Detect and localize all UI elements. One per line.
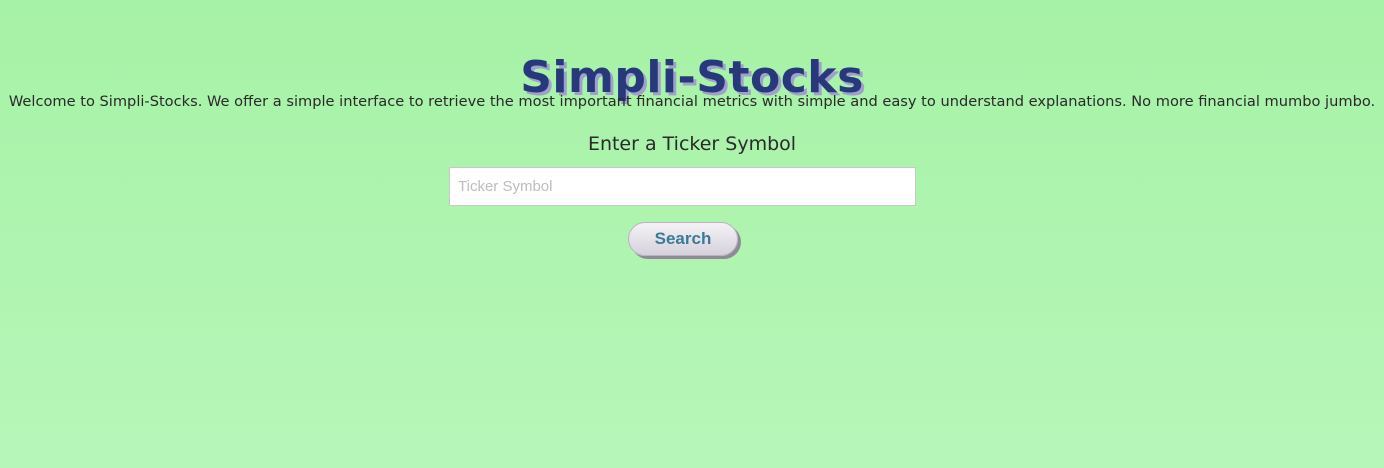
ticker-prompt-label: Enter a Ticker Symbol	[587, 133, 797, 155]
intro-text: Welcome to Simpli-Stocks. We offer a sim…	[8, 93, 1376, 110]
page: Simpli-Stocks Welcome to Simpli-Stocks. …	[0, 0, 1384, 468]
ticker-symbol-input[interactable]	[449, 167, 916, 206]
search-button[interactable]: Search	[628, 222, 738, 256]
